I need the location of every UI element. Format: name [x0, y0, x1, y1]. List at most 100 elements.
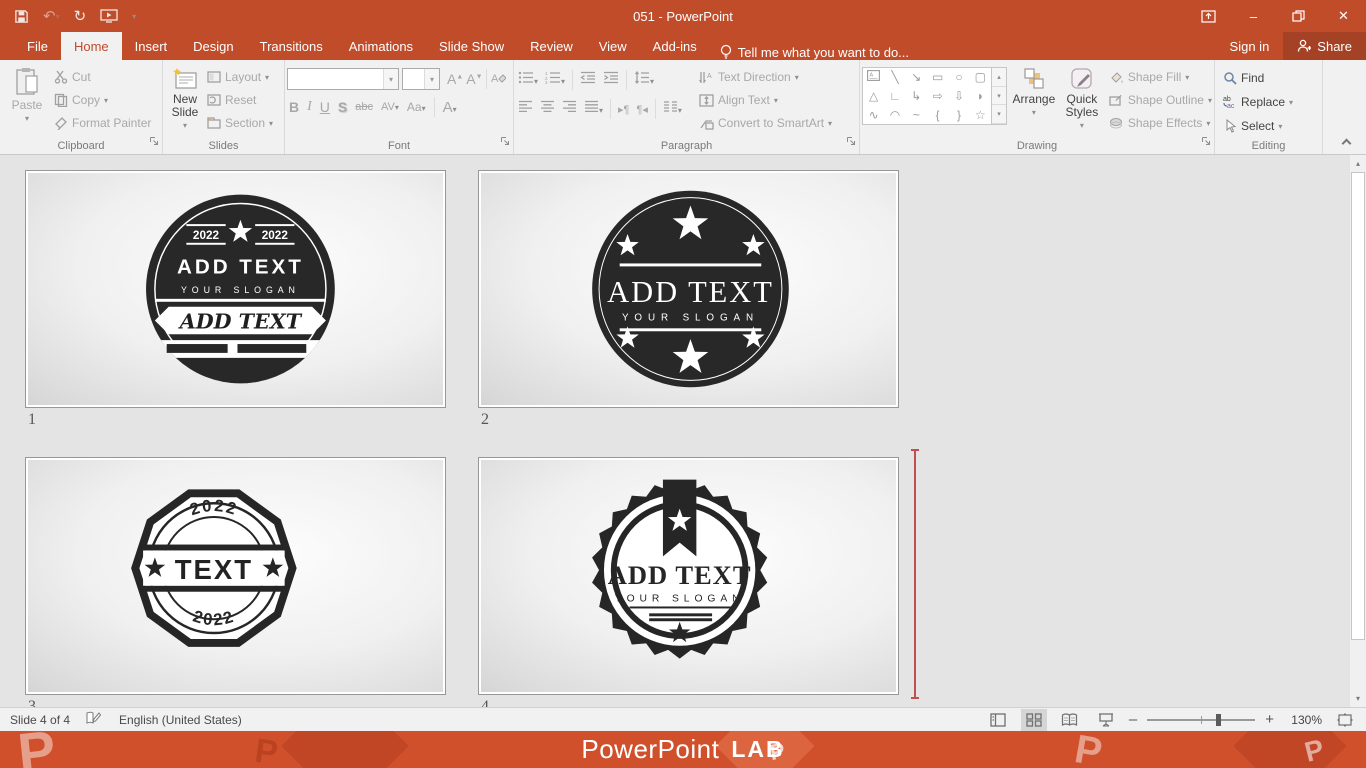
increase-indent-button[interactable]	[603, 71, 619, 89]
shape-pie-icon[interactable]: ◗	[977, 89, 984, 103]
drawing-dialog-launcher[interactable]	[1201, 133, 1211, 151]
shapes-gallery-scrollbar[interactable]: ▴ ▾ ▾	[992, 67, 1007, 125]
new-slide-button[interactable]: New Slide ▾	[165, 63, 205, 138]
customize-qat-button[interactable]: ▾	[132, 12, 136, 21]
tab-home[interactable]: Home	[60, 32, 122, 60]
replace-button[interactable]: ab ac Replace ▾	[1223, 92, 1293, 112]
shape-oval-icon[interactable]: ○	[955, 70, 962, 84]
tab-add-ins[interactable]: Add-ins	[640, 32, 710, 60]
spellcheck-icon[interactable]	[86, 711, 103, 729]
arrange-button[interactable]: Arrange ▾	[1009, 63, 1059, 138]
slide-thumbnail-4[interactable]: ADD TEXT YOUR SLOGAN	[478, 457, 899, 695]
language-status[interactable]: English (United States)	[119, 713, 242, 727]
italic-button[interactable]: I	[307, 99, 312, 115]
reading-view-button[interactable]	[1057, 709, 1083, 731]
align-center-button[interactable]	[540, 100, 555, 118]
shapes-scroll-down-icon[interactable]: ▾	[992, 87, 1006, 106]
shape-left-brace-icon[interactable]: {	[936, 108, 940, 122]
change-case-button[interactable]: Aa▾	[407, 100, 426, 114]
rtl-text-button[interactable]: ¶◂	[636, 103, 647, 116]
font-size-dropdown-icon[interactable]: ▾	[424, 69, 439, 89]
scrollbar-thumb[interactable]	[1351, 172, 1365, 640]
shape-line-icon[interactable]: ╲	[891, 70, 898, 84]
columns-button[interactable]: ▾	[663, 100, 682, 118]
align-right-button[interactable]	[562, 100, 577, 118]
tab-insert[interactable]: Insert	[122, 32, 181, 60]
font-name-combobox[interactable]: ▾	[287, 68, 399, 90]
shape-rounded-rectangle-icon[interactable]: ▢	[975, 70, 986, 84]
slide-sorter-canvas[interactable]: 2022 2022 ADD TEXT YOUR SLOGAN ADD TEXT …	[0, 155, 1366, 707]
bold-button[interactable]: B	[289, 99, 299, 115]
layout-button[interactable]: Layout ▾	[207, 67, 273, 87]
character-spacing-button[interactable]: AV▾	[381, 101, 399, 113]
minimize-button[interactable]: –	[1231, 0, 1276, 32]
cut-button[interactable]: Cut	[54, 67, 151, 87]
font-size-combobox[interactable]: ▾	[402, 68, 440, 90]
decrease-indent-button[interactable]	[580, 71, 596, 89]
shape-scribble-icon[interactable]: ∿	[869, 108, 879, 122]
shapes-gallery-more-icon[interactable]: ▾	[992, 105, 1006, 125]
shape-star-icon[interactable]: ☆	[975, 108, 986, 122]
font-dialog-launcher[interactable]	[500, 133, 510, 151]
undo-button[interactable]: ↶ ▾	[43, 7, 60, 25]
line-spacing-button[interactable]: ▾	[634, 70, 654, 89]
convert-smartart-button[interactable]: Convert to SmartArt ▾	[699, 113, 832, 133]
copy-button[interactable]: Copy ▾	[54, 90, 151, 110]
paragraph-dialog-launcher[interactable]	[846, 133, 856, 151]
reset-button[interactable]: Reset	[207, 90, 273, 110]
shape-elbow-icon[interactable]: ∟	[889, 89, 901, 103]
shape-right-brace-icon[interactable]: }	[957, 108, 961, 122]
numbering-button[interactable]: 1 2 3 ▾	[545, 71, 565, 89]
slide-thumbnail-3[interactable]: TEXT 2022 2022	[25, 457, 446, 695]
shape-right-arrow-icon[interactable]: ⇨	[933, 89, 943, 103]
tab-review[interactable]: Review	[517, 32, 586, 60]
shape-effects-button[interactable]: Shape Effects ▾	[1109, 113, 1212, 133]
fit-slide-to-window-button[interactable]	[1332, 709, 1358, 731]
zoom-in-button[interactable]: +	[1265, 711, 1274, 728]
text-shadow-button[interactable]: S	[338, 99, 347, 115]
vertical-scrollbar[interactable]: ▴ ▾	[1349, 155, 1366, 707]
strikethrough-button[interactable]: abc	[355, 101, 373, 113]
justify-button[interactable]: ▾	[584, 100, 603, 118]
zoom-level[interactable]: 130%	[1284, 713, 1322, 727]
zoom-out-button[interactable]: –	[1129, 711, 1137, 728]
shape-triangle-icon[interactable]: △	[869, 89, 878, 103]
bullets-button[interactable]: ▾	[518, 71, 538, 89]
font-name-dropdown-icon[interactable]: ▾	[383, 69, 398, 89]
share-button[interactable]: Share	[1283, 32, 1366, 60]
format-painter-button[interactable]: Format Painter	[54, 113, 151, 133]
save-icon[interactable]	[14, 9, 29, 24]
shapes-gallery[interactable]: A ╲ ↘ ▭ ○ ▢ △ ∟ ↳ ⇨ ⇩ ◗ ∿ ◠ ~ { } ☆	[862, 67, 992, 125]
underline-button[interactable]: U	[320, 99, 330, 115]
shape-rectangle-icon[interactable]: ▭	[932, 70, 943, 84]
font-color-button[interactable]: A▾	[443, 99, 457, 116]
tab-view[interactable]: View	[586, 32, 640, 60]
scroll-up-arrow-icon[interactable]: ▴	[1350, 155, 1366, 172]
start-slideshow-button[interactable]	[100, 9, 118, 23]
slide-show-view-button[interactable]	[1093, 709, 1119, 731]
ltr-text-button[interactable]: ▸¶	[618, 103, 629, 116]
restore-button[interactable]	[1276, 0, 1321, 32]
shape-elbow-arrow-icon[interactable]: ↳	[911, 89, 921, 103]
zoom-slider-thumb[interactable]	[1216, 713, 1222, 726]
slide-sorter-view-button[interactable]	[1020, 708, 1047, 731]
shape-fill-button[interactable]: Shape Fill ▾	[1109, 67, 1212, 87]
tab-slide-show[interactable]: Slide Show	[426, 32, 517, 60]
tab-file[interactable]: File	[14, 32, 61, 60]
text-direction-button[interactable]: A Text Direction ▾	[699, 67, 832, 87]
shape-arrow-icon[interactable]: ↘	[911, 70, 921, 84]
tell-me-box[interactable]: Tell me what you want to do...	[710, 44, 919, 60]
tab-transitions[interactable]: Transitions	[247, 32, 336, 60]
close-button[interactable]: ✕	[1321, 0, 1366, 32]
increase-font-size-button[interactable]: A▲	[447, 71, 463, 87]
shape-curve-icon[interactable]: ~	[913, 108, 920, 122]
sign-in-button[interactable]: Sign in	[1216, 39, 1284, 54]
align-left-button[interactable]	[518, 100, 533, 118]
shape-outline-button[interactable]: Shape Outline ▾	[1109, 90, 1212, 110]
normal-view-button[interactable]	[985, 709, 1011, 731]
shape-arc-icon[interactable]: ◠	[890, 108, 900, 122]
shapes-scroll-up-icon[interactable]: ▴	[992, 68, 1006, 87]
clear-formatting-button[interactable]: A	[490, 71, 507, 88]
slide-thumbnail-1[interactable]: 2022 2022 ADD TEXT YOUR SLOGAN ADD TEXT	[25, 170, 446, 408]
align-text-button[interactable]: Align Text ▾	[699, 90, 832, 110]
